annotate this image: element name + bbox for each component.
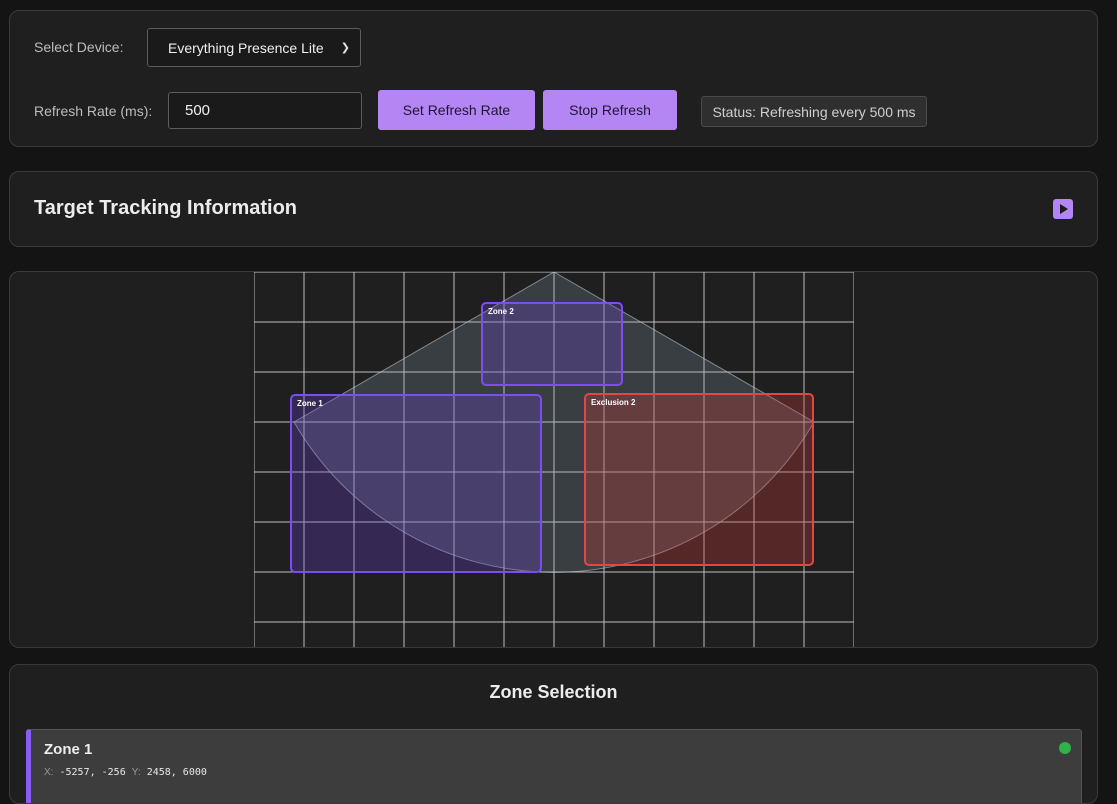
zone-2-box[interactable]: Zone 2 [481,302,623,386]
device-label: Select Device: [34,39,124,55]
target-tracking-title: Target Tracking Information [34,197,297,219]
zone-2-label: Zone 2 [488,307,514,316]
zone-y-key: Y: [131,767,141,778]
status-badge: Status: Refreshing every 500 ms [701,96,927,127]
zone-1-label: Zone 1 [297,399,323,408]
zone-status-dot [1059,742,1071,754]
zone-x-value: -5257, -256 [59,767,126,778]
stop-refresh-button[interactable]: Stop Refresh [543,90,677,130]
zone-x-key: X: [44,767,54,778]
radar-map[interactable]: Zone 2 Zone 1 Exclusion 2 [254,272,854,648]
zone-item-coords: X: -5257, -256 Y: 2458, 6000 [44,767,207,778]
device-select[interactable]: Everything Presence Lite ❯ [147,28,361,67]
exclusion-2-label: Exclusion 2 [591,398,636,407]
zone-y-value: 2458, 6000 [146,767,207,778]
zone-list-item[interactable]: Zone 1 X: -5257, -256 Y: 2458, 6000 [26,729,1082,803]
refresh-rate-value: 500 [185,102,211,119]
zone-selection-title: Zone Selection [489,682,618,702]
zone-1-box[interactable]: Zone 1 [290,394,542,573]
chevron-down-icon: ❯ [340,42,350,54]
play-icon [1060,204,1068,214]
exclusion-2-rect[interactable] [584,393,814,566]
refresh-rate-label: Refresh Rate (ms): [34,103,153,119]
radar-canvas-panel: Zone 2 Zone 1 Exclusion 2 [9,271,1098,648]
target-tracking-panel: Target Tracking Information [9,171,1098,247]
controls-panel: Select Device: Everything Presence Lite … [9,10,1098,147]
zone-item-name: Zone 1 [44,741,93,758]
exclusion-2-box[interactable]: Exclusion 2 [584,393,814,566]
expand-toggle-button[interactable] [1053,199,1073,219]
set-refresh-rate-button[interactable]: Set Refresh Rate [378,90,535,130]
device-select-value: Everything Presence Lite [168,39,324,56]
zone-selection-panel: Zone Selection Zone 1 X: -5257, -256 Y: … [9,664,1098,804]
refresh-rate-input[interactable]: 500 [168,92,362,129]
zone-1-rect[interactable] [290,394,542,573]
